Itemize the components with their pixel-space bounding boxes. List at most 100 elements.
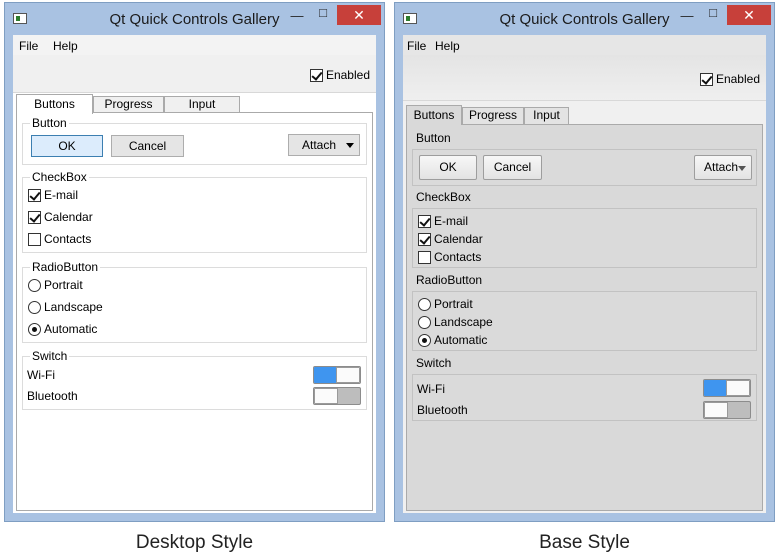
enabled-checkbox[interactable]: Enabled	[309, 68, 370, 82]
tab-bar: Buttons Progress Input	[406, 105, 763, 125]
caret-down-icon	[738, 166, 746, 171]
radio-landscape[interactable]: Landscape	[28, 299, 103, 315]
tab-progress[interactable]: Progress	[93, 96, 164, 113]
ok-button[interactable]: OK	[31, 135, 103, 157]
tab-input[interactable]: Input	[524, 107, 569, 124]
checkbox-label: Calendar	[44, 210, 93, 224]
maximize-button[interactable]: □	[700, 4, 726, 24]
switch-fill	[704, 380, 728, 396]
maximize-icon: □	[319, 5, 327, 20]
enabled-checkbox[interactable]: Enabled	[699, 72, 760, 86]
checkbox-indicator[interactable]	[418, 232, 431, 246]
switch-knob[interactable]	[336, 367, 360, 383]
tab-progress[interactable]: Progress	[462, 107, 524, 124]
title-bar[interactable]: Qt Quick Controls Gallery — □ ✕	[395, 3, 774, 35]
switch-label-bluetooth: Bluetooth	[27, 389, 78, 403]
radio-label: Landscape	[434, 315, 493, 329]
button-group-title: Button	[416, 131, 451, 145]
menu-bar: File Help	[403, 35, 766, 55]
checkbox-indicator[interactable]	[418, 214, 431, 228]
caption-desktop-style: Desktop Style	[135, 532, 254, 553]
wifi-switch[interactable]	[313, 366, 361, 384]
radio-indicator[interactable]	[28, 322, 41, 336]
button-group: Button OK Cancel Attach	[22, 116, 367, 165]
radio-indicator[interactable]	[28, 300, 41, 314]
radio-group: RadioButton Portrait Landscape Automatic	[22, 260, 367, 343]
wifi-switch[interactable]	[703, 379, 751, 397]
window-client: File Help Enabled Buttons Progress Input…	[13, 35, 376, 513]
caret-down-icon	[346, 143, 354, 148]
close-button[interactable]: ✕	[727, 5, 771, 25]
switch-group: Switch Wi-Fi Bluetooth	[22, 349, 367, 410]
radio-group-title: RadioButton	[30, 260, 101, 274]
checkbox-email[interactable]: E-mail	[28, 187, 78, 203]
checkbox-indicator[interactable]	[28, 188, 41, 202]
checkbox-group: CheckBox E-mail Calendar Contacts	[412, 190, 757, 268]
tab-buttons[interactable]: Buttons	[16, 94, 93, 114]
attach-button-label: Attach	[302, 138, 337, 152]
cancel-button[interactable]: Cancel	[483, 155, 542, 180]
title-bar[interactable]: Qt Quick Controls Gallery — □ ✕	[5, 3, 384, 35]
maximize-button[interactable]: □	[310, 4, 336, 24]
radio-label: Automatic	[434, 333, 488, 347]
checkbox-indicator[interactable]	[28, 210, 41, 224]
enabled-check-indicator[interactable]	[309, 68, 323, 82]
checkbox-contacts[interactable]: Contacts	[28, 231, 91, 247]
checkbox-group-title: CheckBox	[30, 170, 89, 184]
attach-menu-button[interactable]: Attach	[694, 155, 752, 180]
minimize-icon: —	[290, 8, 304, 23]
switch-knob[interactable]	[726, 380, 750, 396]
tab-input[interactable]: Input	[164, 96, 240, 113]
menu-file[interactable]: File	[19, 39, 38, 53]
checkbox-calendar[interactable]: Calendar	[28, 209, 93, 225]
close-icon: ✕	[353, 7, 365, 23]
cancel-button[interactable]: Cancel	[111, 135, 184, 157]
switch-label-bluetooth: Bluetooth	[417, 403, 468, 417]
radio-portrait[interactable]: Portrait	[28, 277, 83, 293]
attach-menu-button[interactable]: Attach	[288, 134, 360, 156]
ok-button[interactable]: OK	[419, 155, 477, 180]
menu-bar: File Help	[13, 35, 376, 55]
close-icon: ✕	[743, 7, 755, 23]
tab-bar: Buttons Progress Input	[16, 94, 373, 114]
radio-label: Portrait	[434, 297, 473, 311]
checkbox-indicator[interactable]	[418, 250, 431, 264]
checkbox-label: Contacts	[434, 250, 482, 264]
button-group-title: Button	[30, 116, 69, 130]
bluetooth-switch[interactable]	[313, 387, 361, 405]
radio-automatic[interactable]: Automatic	[28, 321, 97, 337]
menu-help[interactable]: Help	[53, 39, 78, 53]
minimize-button[interactable]: —	[284, 7, 310, 27]
radio-indicator[interactable]	[418, 333, 431, 347]
toolbar: Enabled	[13, 55, 376, 93]
bluetooth-switch[interactable]	[703, 401, 751, 419]
tab-pane-buttons: Button OK Cancel Attach CheckBox E-mail …	[406, 124, 763, 511]
radio-indicator[interactable]	[28, 278, 41, 292]
radio-label: Automatic	[44, 322, 98, 336]
window-desktop-style: Qt Quick Controls Gallery — □ ✕ File Hel…	[4, 2, 385, 522]
menu-file[interactable]: File	[407, 39, 426, 53]
switch-label-wifi: Wi-Fi	[27, 368, 55, 382]
checkbox-email[interactable]: E-mail	[418, 213, 468, 229]
close-button[interactable]: ✕	[337, 5, 381, 25]
radio-indicator[interactable]	[418, 315, 431, 329]
checkbox-contacts[interactable]: Contacts	[418, 249, 481, 265]
radio-portrait[interactable]: Portrait	[418, 296, 473, 312]
caption-base-style: Base Style	[539, 532, 630, 553]
switch-knob[interactable]	[314, 388, 338, 404]
switch-knob[interactable]	[704, 402, 728, 418]
radio-group-title: RadioButton	[416, 273, 483, 287]
minimize-button[interactable]: —	[674, 7, 700, 27]
checkbox-group: CheckBox E-mail Calendar Contacts	[22, 170, 367, 253]
radio-automatic[interactable]: Automatic	[418, 332, 487, 348]
radio-landscape[interactable]: Landscape	[418, 314, 493, 330]
tab-buttons[interactable]: Buttons	[406, 105, 462, 125]
checkbox-indicator[interactable]	[28, 232, 41, 246]
radio-indicator[interactable]	[418, 297, 431, 311]
switch-group: Switch Wi-Fi Bluetooth	[412, 356, 757, 421]
checkbox-label: Calendar	[434, 232, 483, 246]
checkbox-label: E-mail	[434, 214, 469, 228]
checkbox-calendar[interactable]: Calendar	[418, 231, 483, 247]
menu-help[interactable]: Help	[435, 39, 460, 53]
enabled-check-indicator[interactable]	[699, 72, 713, 86]
